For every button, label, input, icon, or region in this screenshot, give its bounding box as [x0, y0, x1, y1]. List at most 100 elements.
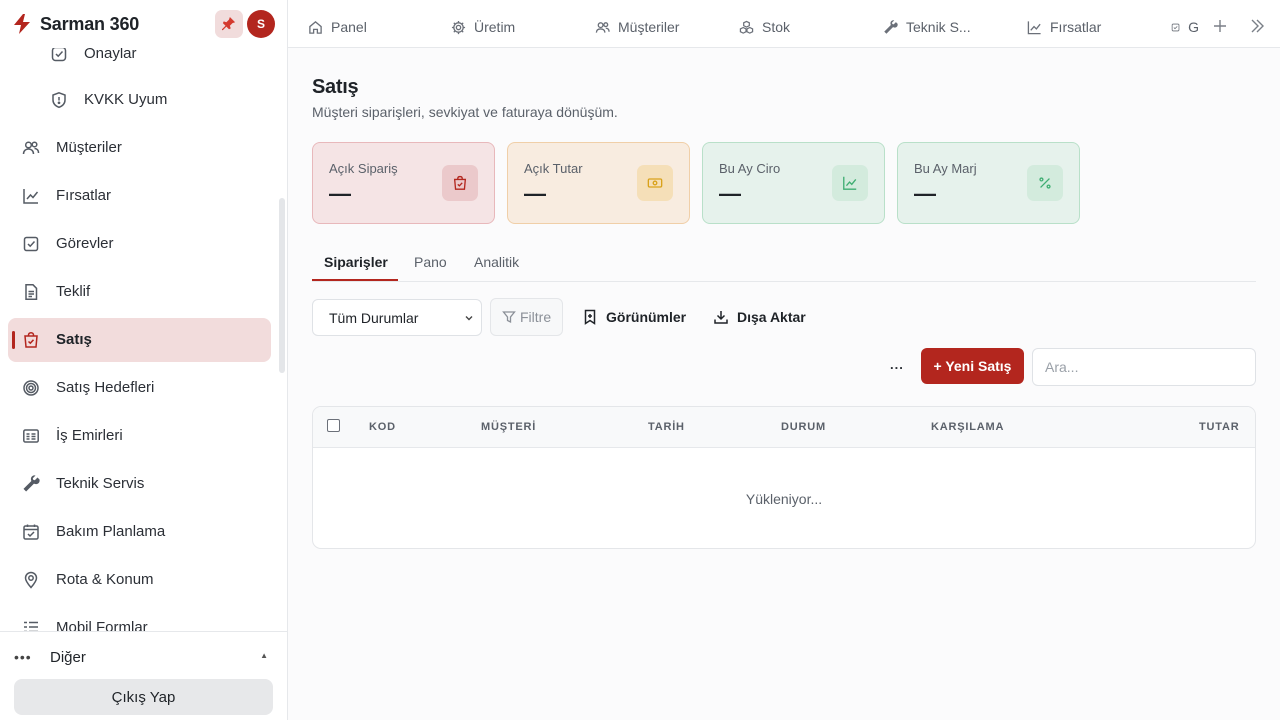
sidebar-item-satis-hedefleri[interactable]: Satış Hedefleri [8, 366, 271, 410]
sidebar-item-label: Mobil Formlar [56, 619, 148, 631]
users-icon [595, 21, 610, 33]
sidebar-item-onaylar[interactable]: Onaylar [8, 48, 271, 76]
target-icon [23, 380, 39, 396]
download-icon [714, 311, 728, 324]
active-tab-indicator [312, 279, 398, 281]
column-header-durum[interactable]: DURUM [781, 421, 826, 433]
tab-label: Fırsatlar [1050, 19, 1102, 35]
percent-icon [1027, 165, 1063, 201]
stat-card-bu-ay-ciro: Bu Ay Ciro — [702, 142, 885, 224]
tab-teknik-servis[interactable]: Teknik S... [883, 17, 971, 37]
new-sale-button[interactable]: + Yeni Satış [921, 348, 1024, 384]
views-label: Görünümler [606, 309, 687, 325]
stat-card-acik-tutar: Açık Tutar — [507, 142, 690, 224]
other-menu-toggle[interactable]: ••• Diğer ▲ [14, 646, 272, 668]
sidebar-item-label: KVKK Uyum [84, 91, 168, 108]
stat-card-acik-siparis: Açık Sipariş — [312, 142, 495, 224]
avatar[interactable]: S [247, 10, 275, 38]
add-tab-icon[interactable] [1211, 17, 1229, 35]
sidebar: Sarman 360 S Onaylar KVKK Uyum Müşterile… [0, 0, 288, 720]
brand: Sarman 360 S [0, 0, 287, 48]
tab-label: Müşteriler [618, 19, 680, 35]
sidebar-item-label: Bakım Planlama [56, 523, 166, 540]
status-select-value: Tüm Durumlar [329, 309, 419, 326]
stat-value: — [914, 181, 936, 206]
more-actions-button[interactable]: ... [890, 357, 904, 372]
shield-icon [52, 92, 66, 109]
sidebar-item-is-emirleri[interactable]: İş Emirleri [8, 414, 271, 458]
top-tabbar: Panel Üretim Müşteriler Stok Teknik S...… [288, 0, 1280, 48]
status-select[interactable]: Tüm Durumlar [312, 299, 482, 336]
pin-button[interactable] [215, 10, 243, 38]
document-icon [25, 284, 38, 300]
tab-label: Stok [762, 19, 791, 35]
column-header-musteri[interactable]: MÜŞTERİ [481, 421, 536, 433]
sidebar-item-label: Satış Hedefleri [56, 379, 155, 396]
stat-label: Açık Sipariş [329, 161, 398, 176]
sidebar-item-kvkk[interactable]: KVKK Uyum [8, 78, 271, 122]
tab-gorevler[interactable]: G [1171, 17, 1199, 37]
column-header-tutar[interactable]: TUTAR [1199, 421, 1239, 433]
map-pin-icon [24, 571, 38, 589]
sidebar-scrollbar[interactable] [279, 198, 285, 373]
sidebar-item-label: Onaylar [84, 48, 137, 62]
boxes-icon [739, 20, 754, 34]
stat-value: — [329, 181, 351, 206]
filter-label: Filtre [520, 309, 552, 325]
column-header-kod[interactable]: KOD [369, 421, 396, 433]
stat-label: Bu Ay Ciro [719, 161, 781, 176]
page-title: Satış [312, 76, 359, 98]
sidebar-item-label: Rota & Konum [56, 571, 154, 588]
stat-value: — [719, 181, 741, 206]
caret-up-icon: ▲ [260, 651, 268, 660]
sidebar-item-bakim-planlama[interactable]: Bakım Planlama [8, 510, 271, 554]
sidebar-item-musteriler[interactable]: Müşteriler [8, 126, 271, 170]
wrench-icon [884, 19, 898, 34]
export-button[interactable]: Dışa Aktar [713, 308, 806, 326]
logout-button[interactable]: Çıkış Yap [14, 679, 273, 715]
calendar-check-icon [23, 524, 39, 540]
sidebar-nav: Onaylar KVKK Uyum Müşteriler Fırsatlar G… [0, 48, 287, 631]
column-header-tarih[interactable]: TARİH [648, 421, 685, 433]
sidebar-item-gorevler[interactable]: Görevler [8, 222, 271, 266]
search-input[interactable] [1032, 348, 1256, 386]
tab-firsatlar[interactable]: Fırsatlar [1027, 17, 1101, 37]
views-button[interactable]: Görünümler [582, 308, 686, 326]
trend-chart-icon [23, 189, 39, 204]
tab-uretim[interactable]: Üretim [451, 17, 515, 37]
tab-panel[interactable]: Panel [308, 17, 367, 37]
sidebar-item-mobil-formlar[interactable]: Mobil Formlar [8, 606, 271, 631]
sidebar-item-rota-konum[interactable]: Rota & Konum [8, 558, 271, 602]
home-icon [309, 20, 322, 34]
tab-siparisler[interactable]: Siparişler [324, 254, 388, 270]
sidebar-item-satis[interactable]: Satış [8, 318, 271, 362]
export-label: Dışa Aktar [737, 309, 806, 325]
column-header-karsilama[interactable]: KARŞILAMA [931, 421, 1004, 433]
sidebar-item-label: Teklif [56, 283, 91, 300]
sidebar-item-teknik-servis[interactable]: Teknik Servis [8, 462, 271, 506]
sidebar-item-firsatlar[interactable]: Fırsatlar [8, 174, 271, 218]
sidebar-item-label: Fırsatlar [56, 187, 112, 204]
content-tabs: Siparişler Pano Analitik [312, 244, 1256, 282]
chevron-down-icon [465, 316, 473, 321]
sidebar-item-label: Görevler [56, 235, 114, 252]
main-content: Satış Müşteri siparişleri, sevkiyat ve f… [288, 48, 1280, 720]
cash-icon [637, 165, 673, 201]
shopping-bag-icon [442, 165, 478, 201]
filter-button[interactable]: Filtre [490, 298, 563, 336]
select-all-checkbox[interactable] [327, 419, 340, 432]
wrench-icon [23, 475, 40, 492]
sidebar-footer: ••• Diğer ▲ Çıkış Yap [0, 631, 287, 720]
stat-label: Açık Tutar [524, 161, 583, 176]
chevrons-right-icon[interactable] [1248, 17, 1266, 35]
lightning-logo-icon [12, 14, 32, 34]
check-square-icon [23, 236, 39, 252]
sidebar-item-teklif[interactable]: Teklif [8, 270, 271, 314]
tab-label: Üretim [474, 19, 516, 35]
tab-pano[interactable]: Pano [414, 254, 447, 270]
sidebar-item-label: Satış [56, 331, 92, 348]
tab-analitik[interactable]: Analitik [474, 254, 519, 270]
tab-stok[interactable]: Stok [739, 17, 790, 37]
tab-label: Teknik S... [906, 19, 971, 35]
tab-musteriler[interactable]: Müşteriler [595, 17, 679, 37]
